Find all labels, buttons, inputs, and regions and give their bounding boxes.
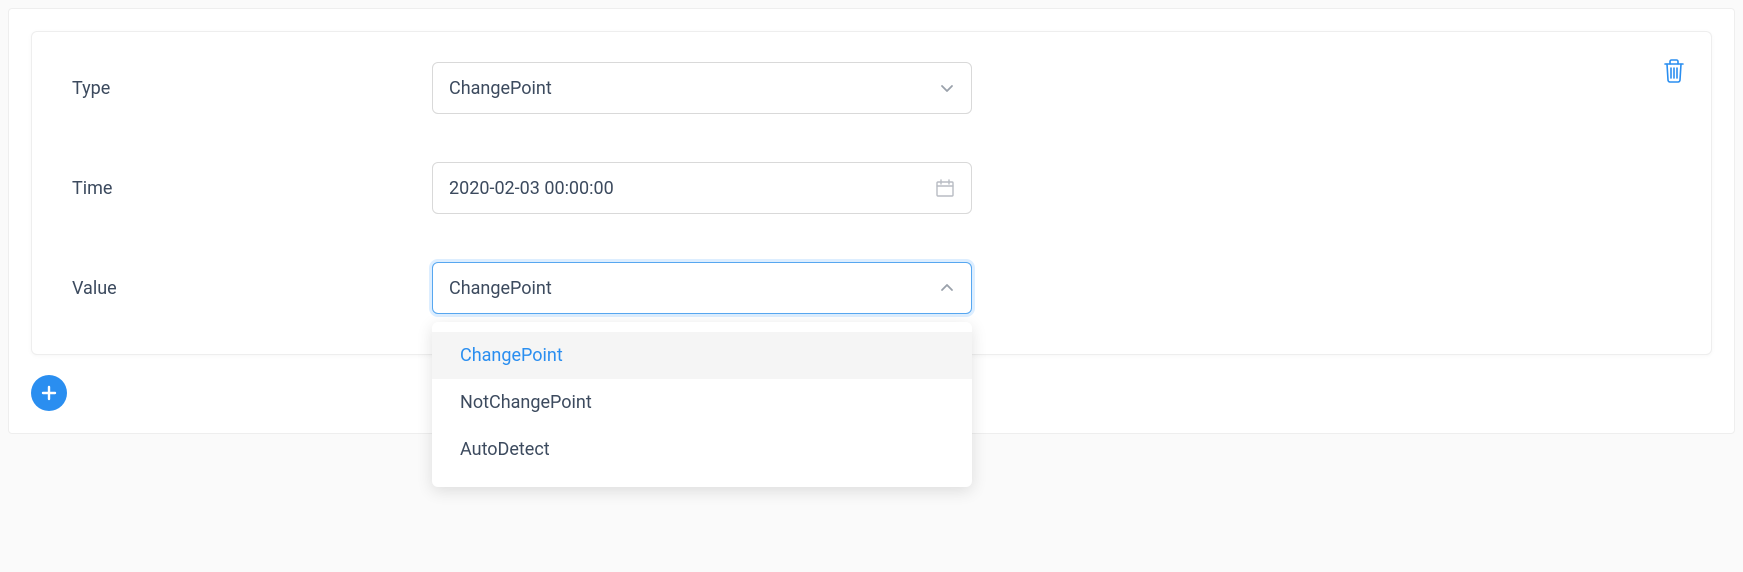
delete-button[interactable] xyxy=(1659,54,1689,88)
type-row: Type ChangePoint xyxy=(72,62,1671,114)
value-dropdown: ChangePoint NotChangePoint AutoDetect xyxy=(432,322,972,487)
type-control: ChangePoint xyxy=(432,62,972,114)
type-label: Type xyxy=(72,78,432,99)
time-row: Time 2020-02-03 00:00:00 xyxy=(72,162,1671,214)
value-option-changepoint[interactable]: ChangePoint xyxy=(432,332,972,379)
value-label: Value xyxy=(72,278,432,299)
value-row: Value ChangePoint ChangePoint NotChangeP… xyxy=(72,262,1671,314)
time-control: 2020-02-03 00:00:00 xyxy=(432,162,972,214)
type-select-value: ChangePoint xyxy=(449,78,552,99)
value-select-value: ChangePoint xyxy=(449,278,552,299)
value-control: ChangePoint ChangePoint NotChangePoint A… xyxy=(432,262,972,314)
type-select[interactable]: ChangePoint xyxy=(432,62,972,114)
plus-icon xyxy=(39,383,59,403)
value-option-notchangepoint[interactable]: NotChangePoint xyxy=(432,379,972,426)
add-button[interactable] xyxy=(31,375,67,411)
time-label: Time xyxy=(72,178,432,199)
trash-icon xyxy=(1663,58,1685,84)
value-select[interactable]: ChangePoint xyxy=(432,262,972,314)
form-panel: Type ChangePoint Time 2020-02-03 00:00:0… xyxy=(8,8,1735,434)
chevron-up-icon xyxy=(939,280,955,296)
form-card: Type ChangePoint Time 2020-02-03 00:00:0… xyxy=(31,31,1712,355)
chevron-down-icon xyxy=(939,80,955,96)
calendar-icon xyxy=(935,178,955,198)
value-option-autodetect[interactable]: AutoDetect xyxy=(432,426,972,473)
time-input-value: 2020-02-03 00:00:00 xyxy=(449,178,614,199)
time-input[interactable]: 2020-02-03 00:00:00 xyxy=(432,162,972,214)
